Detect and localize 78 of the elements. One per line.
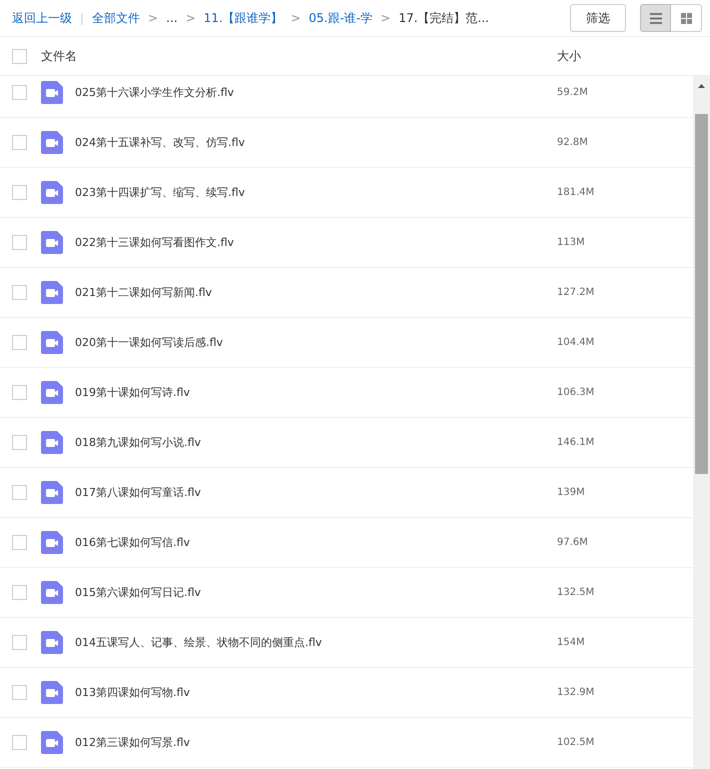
file-name[interactable]: 018第九课如何写小说.flv (75, 435, 557, 450)
select-all-checkbox[interactable] (12, 48, 27, 64)
breadcrumb-separator: > (186, 11, 196, 25)
breadcrumb-link[interactable]: 11.【跟谁学】 (204, 10, 283, 26)
scrollbar[interactable] (693, 76, 710, 769)
file-size: 146.1M (557, 437, 596, 448)
video-file-icon (41, 581, 63, 604)
file-name[interactable]: 015第六课如何写日记.flv (75, 585, 557, 600)
file-name[interactable]: 019第十课如何写诗.flv (75, 385, 557, 400)
row-checkbox[interactable] (12, 735, 27, 750)
video-file-icon (41, 531, 63, 554)
row-checkbox[interactable] (12, 585, 27, 600)
video-file-icon (41, 731, 63, 754)
file-name[interactable]: 012第三课如何写景.flv (75, 735, 557, 750)
row-checkbox[interactable] (12, 635, 27, 650)
file-size: 132.5M (557, 587, 596, 598)
row-checkbox[interactable] (12, 535, 27, 550)
view-toggle-button[interactable] (640, 4, 671, 32)
row-checkbox[interactable] (12, 685, 27, 700)
filter-button[interactable]: 筛选 (570, 4, 626, 32)
file-size: 132.9M (557, 687, 596, 698)
column-header: 大小 (557, 48, 582, 64)
video-file-icon (41, 131, 63, 154)
file-size: 113M (557, 237, 586, 248)
row-checkbox[interactable] (12, 135, 27, 150)
video-file-icon (41, 381, 63, 404)
scroll-up-icon[interactable] (698, 84, 705, 88)
path-label: 17.【完结】范... (398, 10, 490, 26)
row-checkbox[interactable] (12, 485, 27, 500)
list-view-icon (650, 12, 662, 24)
file-name[interactable]: 024第十五课补写、改写、仿写.flv (75, 135, 557, 150)
row-checkbox[interactable] (12, 285, 27, 300)
video-file-icon (41, 81, 63, 104)
grid-view-icon (680, 12, 692, 24)
file-name[interactable]: 016第七课如何写信.flv (75, 535, 557, 550)
breadcrumb-separator: > (290, 11, 301, 25)
file-name[interactable]: 023第十四课扩写、缩写、续写.flv (75, 185, 557, 200)
video-file-icon (41, 181, 63, 204)
video-file-icon (41, 431, 63, 454)
file-size: 104.4M (557, 337, 596, 348)
file-size: 102.5M (557, 737, 596, 748)
back-link[interactable]: 返回上一级 (12, 10, 72, 26)
file-name[interactable]: 017第八课如何写童话.flv (75, 485, 557, 500)
row-checkbox[interactable] (12, 435, 27, 450)
video-file-icon (41, 231, 63, 254)
file-name[interactable]: 025第十六课小学生作文分析.flv (75, 85, 557, 100)
file-name[interactable]: 022第十三课如何写看图作文.flv (75, 235, 557, 250)
row-checkbox[interactable] (12, 385, 27, 400)
breadcrumb-separator: > (148, 11, 158, 25)
row-checkbox[interactable] (12, 235, 27, 250)
scrollbar-thumb[interactable] (695, 114, 708, 474)
breadcrumb-link[interactable]: 05.跟-谁-学 (308, 10, 373, 26)
column-header: 文件名 (41, 48, 78, 64)
file-size: 59.2M (557, 87, 589, 98)
row-checkbox[interactable] (12, 185, 27, 200)
file-size: 106.3M (557, 387, 596, 398)
video-file-icon (41, 481, 63, 504)
video-file-icon (41, 281, 63, 304)
breadcrumb-separator: > (380, 11, 391, 25)
file-size: 181.4M (557, 187, 596, 198)
file-name[interactable]: 014五课写人、记事、绘景、状物不同的侧重点.flv (75, 635, 557, 650)
file-size: 92.8M (557, 137, 589, 148)
view-toggle-button[interactable] (671, 4, 702, 32)
file-size: 154M (557, 637, 586, 648)
path-label: ... (166, 11, 178, 25)
file-size: 139M (557, 487, 586, 498)
video-file-icon (41, 631, 63, 654)
divider-text: | (80, 11, 84, 25)
file-size: 97.6M (557, 537, 589, 548)
file-name[interactable]: 021第十二课如何写新闻.flv (75, 285, 557, 300)
file-name[interactable]: 020第十一课如何写读后感.flv (75, 335, 557, 350)
row-checkbox[interactable] (12, 85, 27, 100)
breadcrumb-link[interactable]: 全部文件 (92, 10, 140, 26)
file-size: 127.2M (557, 287, 596, 298)
row-checkbox[interactable] (12, 335, 27, 350)
video-file-icon (41, 331, 63, 354)
video-file-icon (41, 681, 63, 704)
file-name[interactable]: 013第四课如何写物.flv (75, 685, 557, 700)
